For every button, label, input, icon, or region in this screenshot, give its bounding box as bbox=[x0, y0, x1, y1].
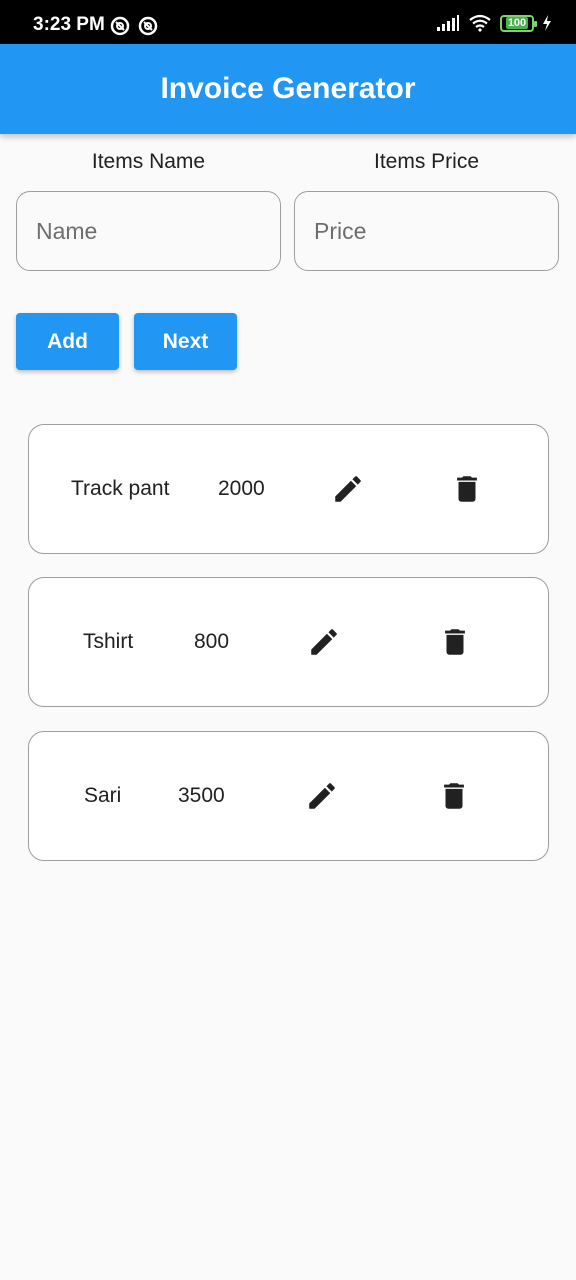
item-price: 3500 bbox=[178, 784, 225, 807]
items-price-label: Items Price bbox=[373, 150, 480, 173]
list-item: Tshirt 800 bbox=[28, 577, 549, 707]
pencil-icon[interactable] bbox=[331, 472, 365, 506]
item-name: Tshirt bbox=[83, 630, 134, 653]
notification-icon bbox=[138, 16, 158, 36]
status-right-icons: 100 bbox=[436, 14, 552, 32]
signal-icon bbox=[437, 15, 459, 31]
page-title: Invoice Generator bbox=[160, 72, 416, 105]
trash-icon[interactable] bbox=[450, 472, 484, 506]
app-bar: Invoice Generator bbox=[0, 44, 576, 134]
battery-icon: 100 bbox=[500, 14, 537, 32]
item-name: Track pant bbox=[71, 477, 170, 500]
name-input[interactable] bbox=[16, 191, 281, 271]
item-name: Sari bbox=[84, 784, 122, 807]
item-price: 800 bbox=[194, 630, 230, 653]
items-name-label: Items Name bbox=[91, 150, 206, 173]
next-button[interactable]: Next bbox=[134, 313, 237, 370]
list-item: Sari 3500 bbox=[28, 731, 549, 861]
pencil-icon[interactable] bbox=[307, 625, 341, 659]
list-item: Track pant 2000 bbox=[28, 424, 549, 554]
status-bar: 3:23 PM 100 bbox=[0, 0, 576, 44]
add-button[interactable]: Add bbox=[16, 313, 119, 370]
item-price: 2000 bbox=[218, 477, 265, 500]
notification-icon bbox=[110, 16, 130, 36]
battery-level: 100 bbox=[505, 17, 529, 29]
trash-icon[interactable] bbox=[437, 779, 471, 813]
price-input[interactable] bbox=[294, 191, 559, 271]
wifi-icon bbox=[469, 14, 491, 32]
charging-icon bbox=[543, 15, 551, 31]
status-notification-icons bbox=[110, 16, 158, 36]
status-time: 3:23 PM bbox=[33, 14, 105, 35]
trash-icon[interactable] bbox=[438, 625, 472, 659]
pencil-icon[interactable] bbox=[305, 779, 339, 813]
